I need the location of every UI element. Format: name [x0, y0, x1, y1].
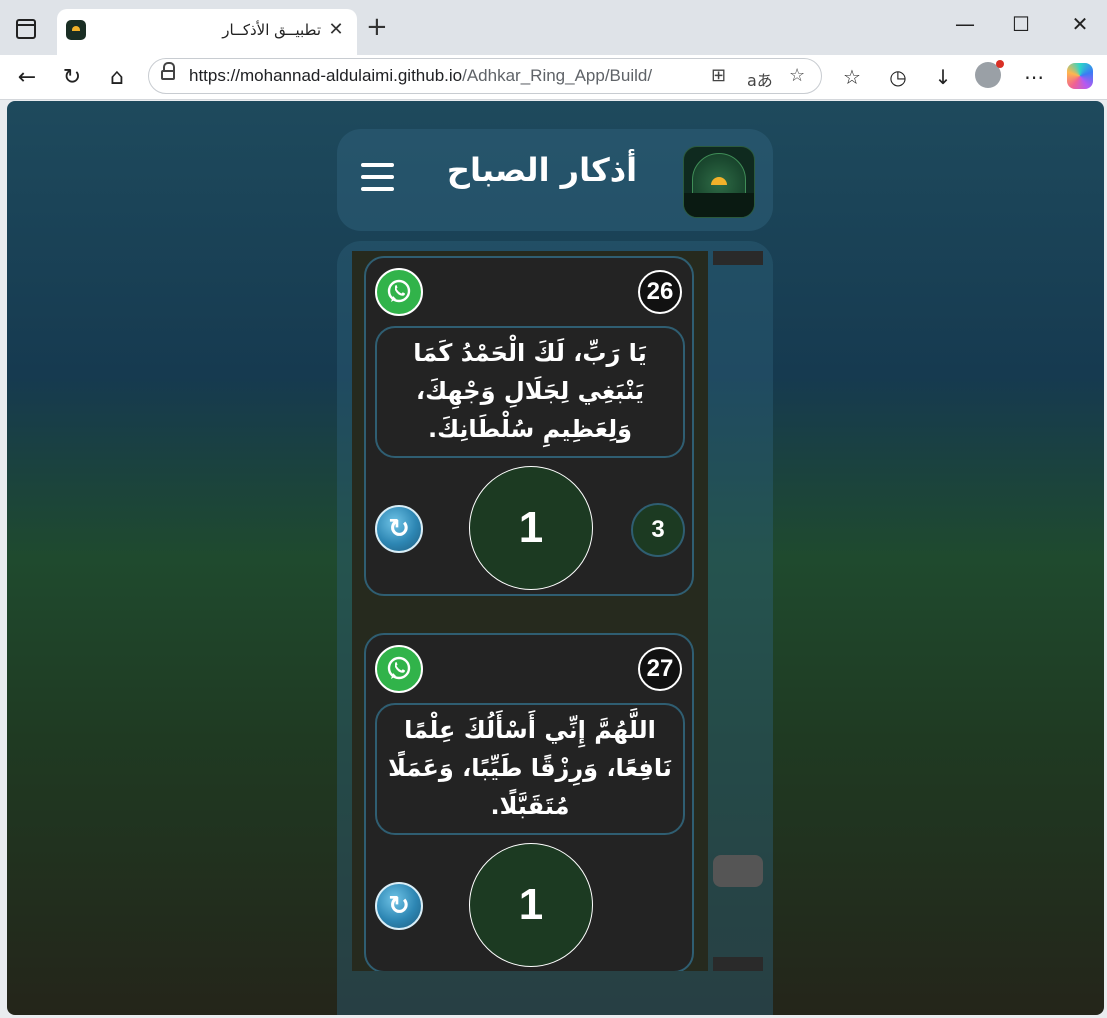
- reset-counter-button[interactable]: ↻: [375, 505, 423, 553]
- dhikr-text: اللَّهُمَّ إِنِّي أَسْأَلُكَ عِلْمًا نَا…: [375, 703, 685, 835]
- reload-icon[interactable]: ↻: [58, 63, 86, 91]
- whatsapp-icon: [387, 656, 411, 680]
- copilot-icon[interactable]: [1067, 63, 1093, 89]
- dhikr-text: يَا رَبِّ، لَكَ الْحَمْدُ كَمَا يَنْبَغِ…: [375, 326, 685, 458]
- refresh-icon: ↻: [388, 514, 410, 544]
- refresh-icon: ↻: [388, 891, 410, 921]
- dhikr-card: 26 يَا رَبِّ، لَكَ الْحَمْدُ كَمَا يَنْب…: [364, 256, 694, 596]
- profile-avatar[interactable]: [975, 60, 1004, 88]
- split-screen-icon[interactable]: ⊞: [711, 65, 726, 86]
- repeat-target-badge: 3: [631, 503, 685, 557]
- scrollbar[interactable]: [713, 251, 765, 972]
- dhikr-number: 27: [638, 647, 682, 691]
- history-icon[interactable]: ◷: [884, 63, 912, 91]
- more-options-icon[interactable]: ⋯: [1020, 63, 1048, 91]
- translate-icon[interactable]: aあ: [747, 67, 773, 91]
- tab-title: تطبيــق الأذكــار: [222, 21, 321, 39]
- counter-button[interactable]: 1: [469, 466, 593, 590]
- back-icon[interactable]: ←: [13, 63, 41, 91]
- dhikr-number: 26: [638, 270, 682, 314]
- home-icon[interactable]: ⌂: [103, 63, 131, 91]
- hamburger-menu-icon[interactable]: [361, 163, 397, 197]
- lock-icon[interactable]: [161, 62, 175, 80]
- new-tab-icon[interactable]: +: [366, 14, 388, 40]
- favorite-star-icon[interactable]: ☆: [789, 65, 805, 86]
- maximize-icon[interactable]: ☐: [1001, 12, 1041, 36]
- favicon-icon: [66, 20, 86, 40]
- url-text: https://mohannad-aldulaimi.github.io/Adh…: [189, 66, 653, 85]
- whatsapp-icon: [387, 279, 411, 303]
- app-header: أذكار الصباح: [337, 129, 773, 231]
- scrollbar-thumb[interactable]: [713, 855, 763, 887]
- scroll-up-arrow[interactable]: [713, 251, 763, 265]
- close-window-icon[interactable]: ✕: [1060, 12, 1100, 36]
- browser-tab[interactable]: تطبيــق الأذكــار ✕: [57, 9, 357, 55]
- tab-actions-icon[interactable]: [14, 17, 38, 41]
- page-title: أذكار الصباح: [446, 151, 638, 189]
- dhikr-card: 27 اللَّهُمَّ إِنِّي أَسْأَلُكَ عِلْمًا …: [364, 633, 694, 971]
- whatsapp-share-button[interactable]: [375, 645, 423, 693]
- browser-tab-bar: تطبيــق الأذكــار ✕ + — ☐ ✕: [0, 0, 1107, 55]
- close-tab-icon[interactable]: ✕: [325, 19, 347, 40]
- favorites-icon[interactable]: ☆: [838, 63, 866, 91]
- minimize-icon[interactable]: —: [945, 12, 985, 36]
- adhkar-list[interactable]: 26 يَا رَبِّ، لَكَ الْحَمْدُ كَمَا يَنْب…: [352, 251, 708, 971]
- counter-button[interactable]: 1: [469, 843, 593, 967]
- app-logo: [683, 146, 755, 218]
- reset-counter-button[interactable]: ↻: [375, 882, 423, 930]
- scroll-down-arrow[interactable]: [713, 957, 763, 971]
- download-icon[interactable]: ↓: [929, 63, 957, 91]
- browser-toolbar: ← ↻ ⌂ https://mohannad-aldulaimi.github.…: [0, 55, 1107, 100]
- page-viewport: أذكار الصباح 26 يَا رَبِّ، لَكَ الْحَمْد…: [7, 101, 1104, 1015]
- address-bar[interactable]: https://mohannad-aldulaimi.github.io/Adh…: [148, 58, 822, 94]
- whatsapp-share-button[interactable]: [375, 268, 423, 316]
